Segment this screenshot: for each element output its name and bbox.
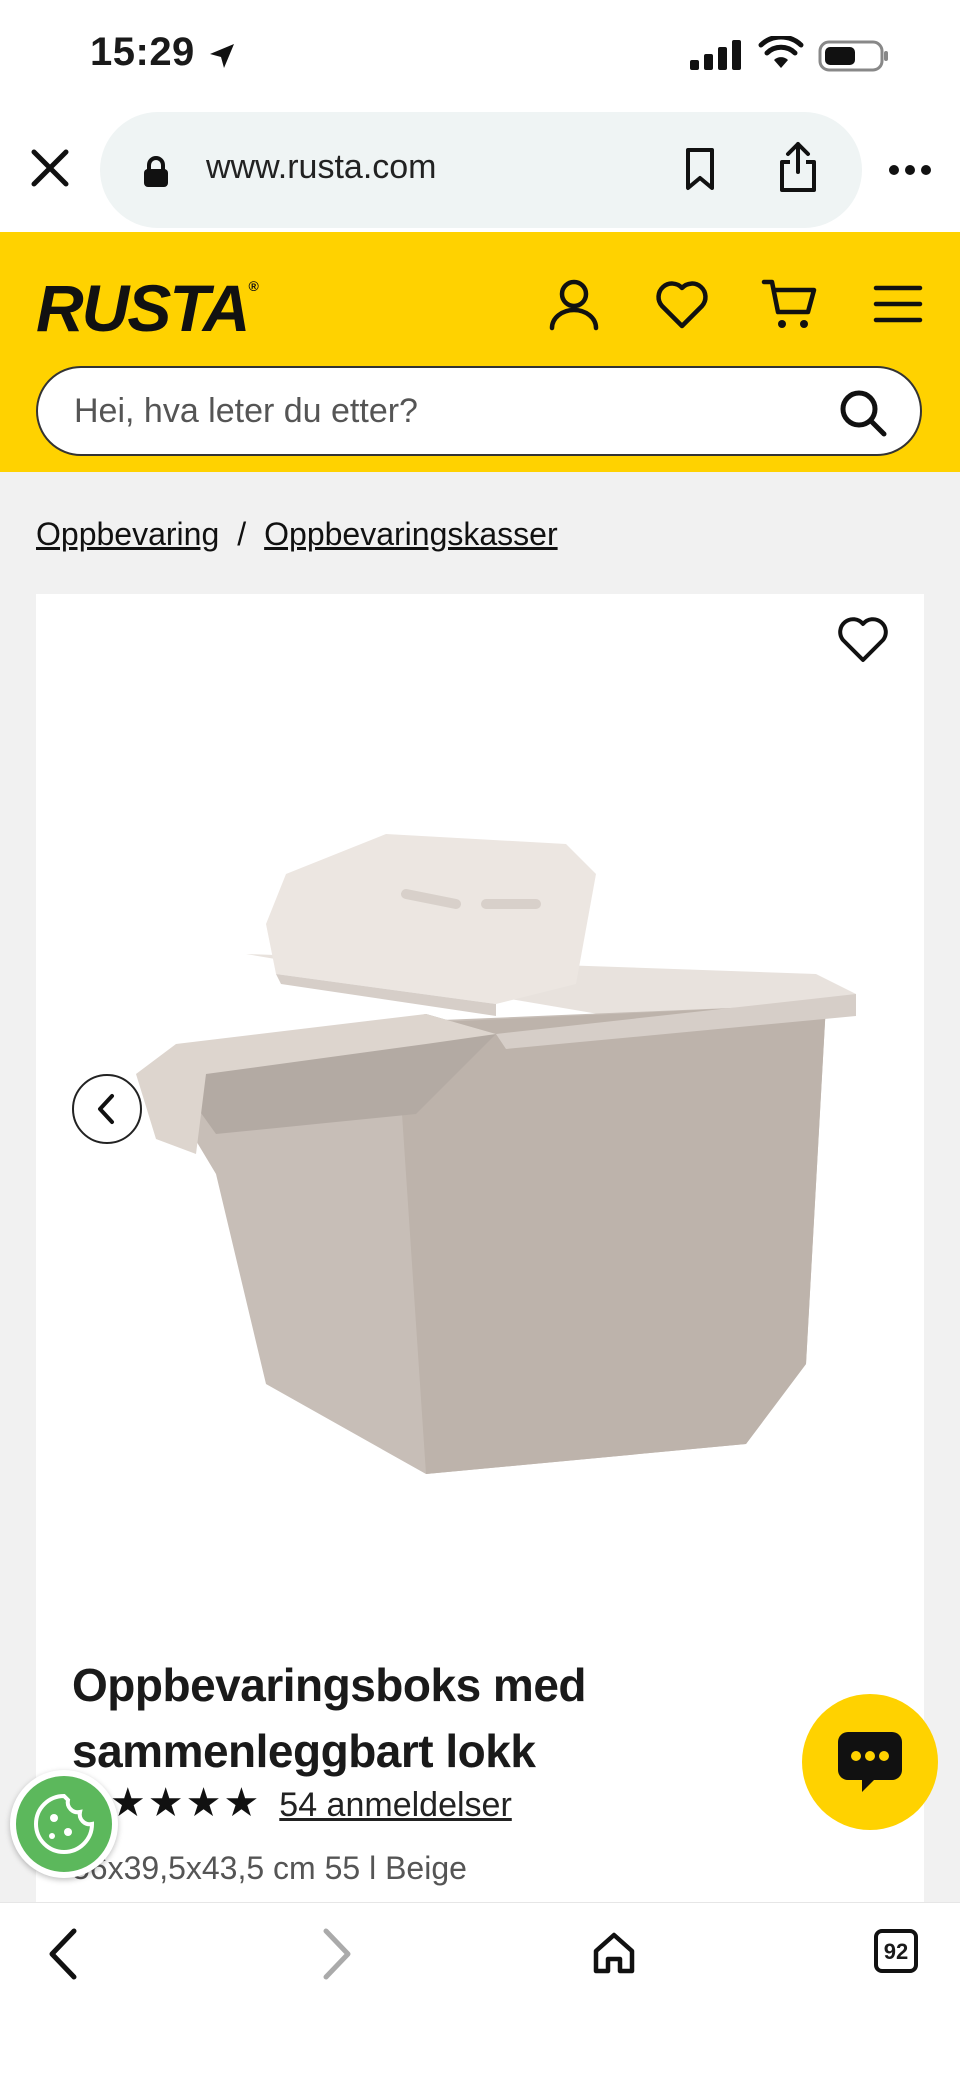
back-arrow-icon[interactable] [40,1927,84,1981]
hamburger-icon[interactable] [868,274,928,334]
battery-icon [818,40,888,72]
rusta-logo[interactable]: RUSTA® [36,270,259,346]
reviews-link[interactable]: 54 anmeldelser [279,1786,511,1824]
bookmark-icon[interactable] [680,146,720,192]
product-rating: ★★★★★ 54 anmeldelser [72,1780,512,1826]
tabs-button[interactable]: 92 [874,1929,918,1973]
cart-icon[interactable] [760,274,820,334]
favorite-heart-icon[interactable] [836,614,890,664]
breadcrumb-item-oppbevaring[interactable]: Oppbevaring [36,516,219,552]
tabs-count: 92 [883,1939,909,1964]
share-icon[interactable] [776,140,820,194]
product-variant: 56x39,5x43,5 cm 55 l Beige [72,1850,467,1886]
brand-mark: ® [248,278,258,294]
search-icon[interactable] [836,386,890,440]
breadcrumb-item-oppbevaringskasser[interactable]: Oppbevaringskasser [264,516,557,552]
url-text: www.rusta.com [206,148,437,186]
close-icon[interactable] [24,142,76,194]
status-bar: 15:29 [0,0,960,112]
address-bar[interactable]: www.rusta.com [100,112,862,228]
search-placeholder: Hei, hva leter du etter? [74,392,418,430]
search-input[interactable]: Hei, hva leter du etter? [36,366,922,456]
brand-name: RUSTA [36,271,250,345]
home-icon[interactable] [590,1929,638,1977]
page-content: Oppbevaring / Oppbevaringskasser Oppbeva… [0,472,960,1994]
site-header: RUSTA® Hei, hva leter du etter? [0,232,960,472]
heart-icon[interactable] [652,274,712,334]
carousel-prev-button[interactable] [72,1074,142,1144]
product-title: Oppbevaringsboks med sammenleggbart lokk [72,1659,587,1777]
lock-icon [144,156,168,187]
breadcrumb: Oppbevaring / Oppbevaringskasser [36,516,558,553]
user-icon[interactable] [544,274,604,334]
chevron-left-icon [98,1094,114,1124]
chat-button[interactable] [802,1694,938,1830]
forward-arrow-icon[interactable] [316,1927,360,1981]
browser-bottom-nav: 92 [0,1902,960,2077]
more-icon[interactable] [888,164,932,176]
cookie-icon [34,1793,95,1854]
cookie-settings-button[interactable] [10,1770,118,1878]
status-time: 15:29 [90,30,195,74]
chat-icon [838,1732,902,1792]
breadcrumb-separator: / [237,516,247,552]
wifi-icon [758,36,804,68]
signal-icon [690,40,741,70]
product-card: Oppbevaringsboks med sammenleggbart lokk… [36,594,924,1994]
browser-toolbar: www.rusta.com [0,112,960,232]
location-arrow-icon [210,44,234,68]
product-image [136,834,856,1474]
